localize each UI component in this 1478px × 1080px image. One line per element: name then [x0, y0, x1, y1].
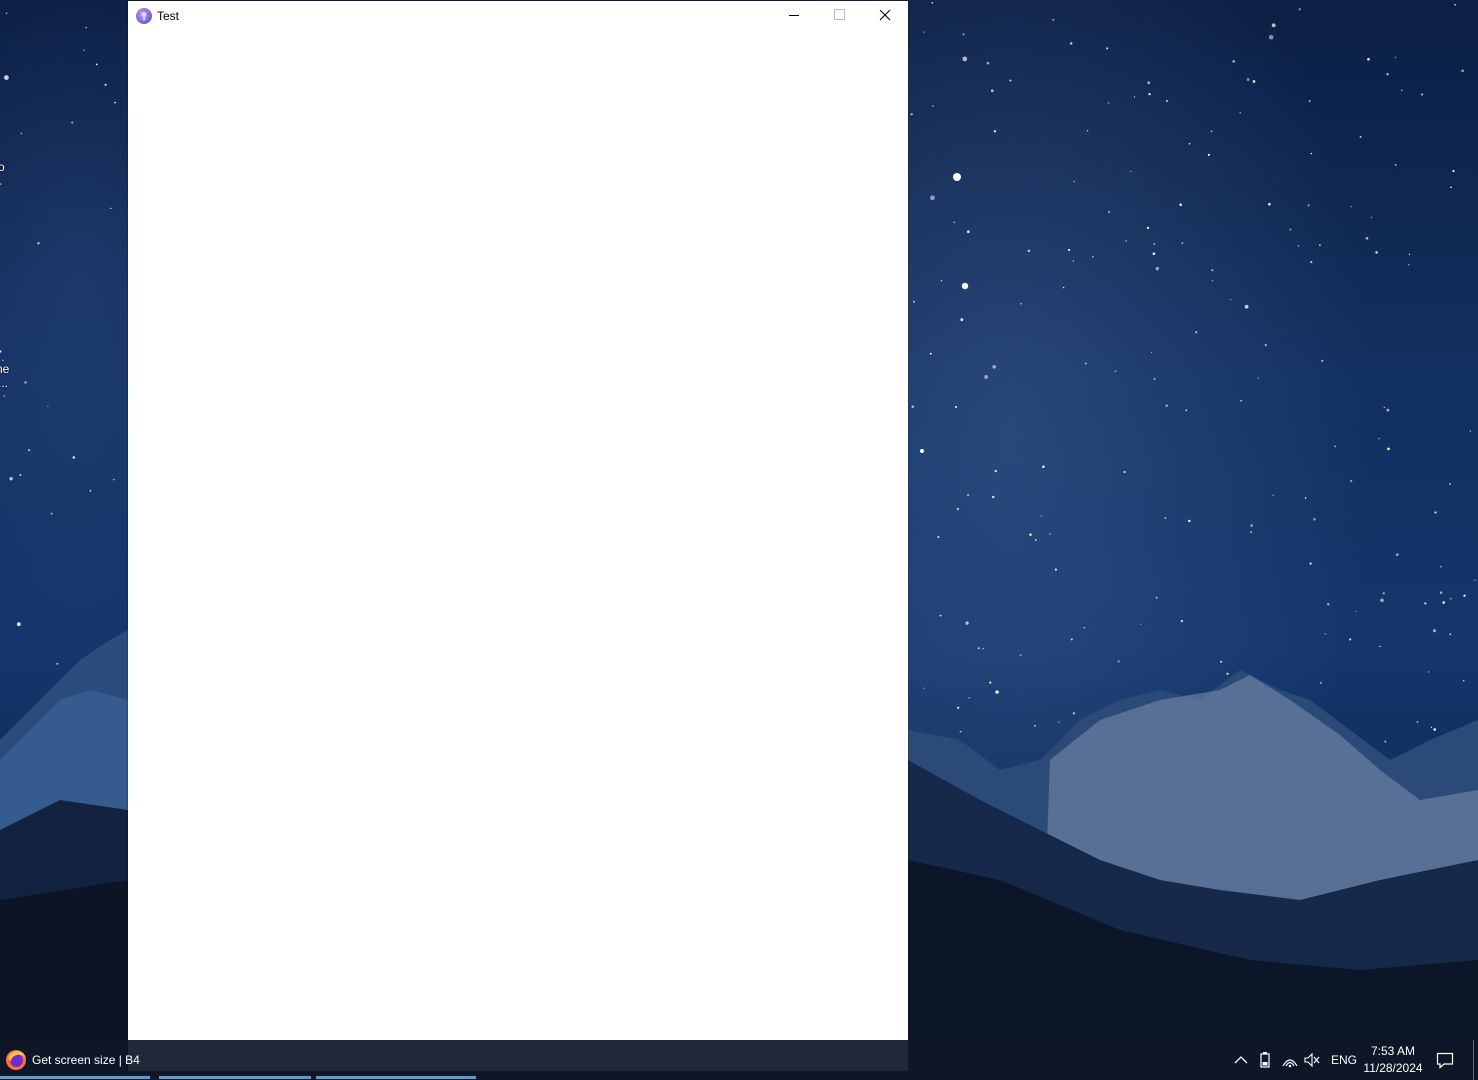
clock[interactable]: 7:53 AM 11/28/2024: [1361, 1043, 1425, 1077]
taskbar-active-indicator: [316, 1076, 476, 1079]
app-window[interactable]: Test: [128, 1, 908, 1071]
language-indicator[interactable]: ENG: [1331, 1053, 1357, 1067]
wifi-icon[interactable]: [1281, 1051, 1299, 1069]
taskbar-app-label: Get screen size | B4: [32, 1053, 140, 1067]
volume-muted-icon[interactable]: [1303, 1051, 1321, 1069]
battery-icon[interactable]: [1257, 1050, 1273, 1070]
title-bar[interactable]: Test: [128, 1, 908, 31]
clock-date: 11/28/2024: [1363, 1061, 1423, 1075]
window-content-area[interactable]: [128, 31, 908, 1071]
close-icon: [879, 9, 891, 21]
desktop-icon-label[interactable]: -: [0, 176, 2, 190]
app-icon: [136, 8, 152, 24]
desktop-icon-label[interactable]: ...: [0, 376, 8, 390]
taskbar: Get screen size | B4 ENG 7:53 AM 11/28/2…: [0, 1040, 1478, 1080]
firefox-icon: [6, 1050, 26, 1070]
taskbar-active-indicator: [159, 1076, 311, 1079]
show-desktop-button[interactable]: [1473, 1040, 1474, 1080]
clock-time: 7:53 AM: [1370, 1044, 1416, 1058]
maximize-icon: [834, 9, 845, 20]
minimize-icon: [789, 15, 799, 16]
desktop-icon-label[interactable]: o: [0, 160, 5, 174]
chevron-up-icon[interactable]: [1232, 1052, 1250, 1068]
notification-icon[interactable]: [1436, 1051, 1454, 1069]
maximize-button[interactable]: [816, 1, 862, 31]
minimize-button[interactable]: [771, 1, 817, 31]
taskbar-app-firefox[interactable]: Get screen size | B4: [0, 1040, 150, 1080]
taskbar-active-indicator: [0, 1076, 150, 1079]
window-title: Test: [157, 9, 180, 23]
close-button[interactable]: [862, 1, 908, 31]
desktop-icon-label[interactable]: ne: [0, 362, 9, 376]
